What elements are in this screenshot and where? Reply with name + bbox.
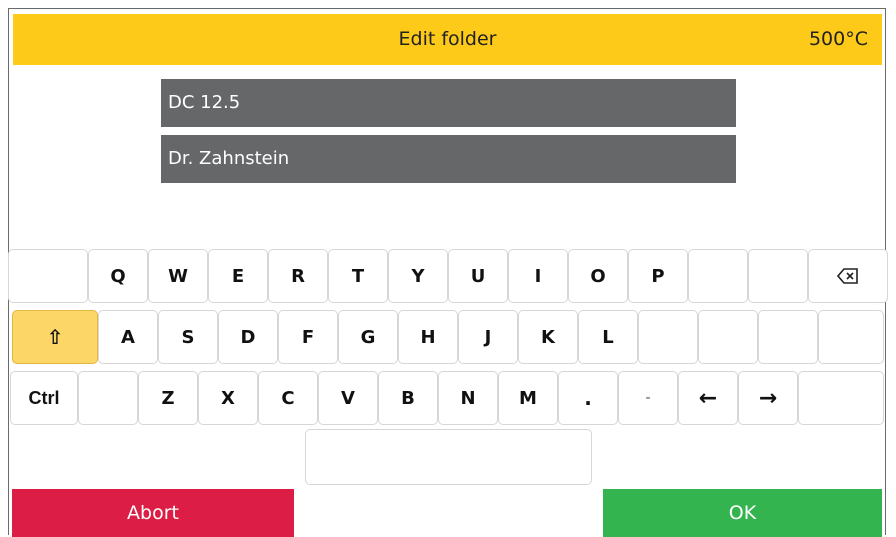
page-title: Edit folder bbox=[398, 28, 497, 50]
key-a[interactable]: A bbox=[98, 310, 158, 364]
header-bar: Edit folder 500°C bbox=[13, 14, 882, 65]
key-i[interactable]: I bbox=[508, 249, 568, 303]
key-h[interactable]: H bbox=[398, 310, 458, 364]
key-space[interactable] bbox=[305, 429, 592, 485]
key-q[interactable]: Q bbox=[88, 249, 148, 303]
key-g[interactable]: G bbox=[338, 310, 398, 364]
key-p[interactable]: P bbox=[628, 249, 688, 303]
key-b[interactable]: B bbox=[378, 371, 438, 425]
key-e[interactable]: E bbox=[208, 249, 268, 303]
key-r[interactable]: R bbox=[268, 249, 328, 303]
key-c[interactable]: C bbox=[258, 371, 318, 425]
abort-button[interactable]: Abort bbox=[12, 489, 294, 537]
ok-button[interactable]: OK bbox=[603, 489, 882, 537]
key-d[interactable]: D bbox=[218, 310, 278, 364]
key-period[interactable]: . bbox=[558, 371, 618, 425]
key-blank-row3-left[interactable] bbox=[78, 371, 138, 425]
key-l[interactable]: L bbox=[578, 310, 638, 364]
key-dash[interactable]: - bbox=[618, 371, 678, 425]
key-t[interactable]: T bbox=[328, 249, 388, 303]
key-v[interactable]: V bbox=[318, 371, 378, 425]
temperature-readout: 500°C bbox=[808, 28, 868, 50]
key-ctrl[interactable]: Ctrl bbox=[10, 371, 78, 425]
key-n[interactable]: N bbox=[438, 371, 498, 425]
key-shift[interactable]: ⇧ bbox=[12, 310, 98, 364]
key-blank-row1-left[interactable] bbox=[8, 249, 88, 303]
key-f[interactable]: F bbox=[278, 310, 338, 364]
key-y[interactable]: Y bbox=[388, 249, 448, 303]
key-blank-row2-b[interactable] bbox=[698, 310, 758, 364]
key-u[interactable]: U bbox=[448, 249, 508, 303]
key-blank-row2-a[interactable] bbox=[638, 310, 698, 364]
key-blank-row1-a[interactable] bbox=[688, 249, 748, 303]
key-j[interactable]: J bbox=[458, 310, 518, 364]
key-blank-row2-c[interactable] bbox=[758, 310, 818, 364]
key-x[interactable]: X bbox=[198, 371, 258, 425]
key-w[interactable]: W bbox=[148, 249, 208, 303]
doctor-name-field[interactable]: Dr. Zahnstein bbox=[161, 135, 736, 183]
key-backspace[interactable] bbox=[808, 249, 888, 303]
key-arrow-right[interactable]: → bbox=[738, 371, 798, 425]
key-z[interactable]: Z bbox=[138, 371, 198, 425]
key-blank-row2-d[interactable] bbox=[818, 310, 884, 364]
key-k[interactable]: K bbox=[518, 310, 578, 364]
key-m[interactable]: M bbox=[498, 371, 558, 425]
key-arrow-left[interactable]: ← bbox=[678, 371, 738, 425]
key-blank-row1-b[interactable] bbox=[748, 249, 808, 303]
key-blank-row3-right[interactable] bbox=[798, 371, 884, 425]
key-o[interactable]: O bbox=[568, 249, 628, 303]
backspace-icon bbox=[837, 268, 859, 284]
key-s[interactable]: S bbox=[158, 310, 218, 364]
folder-name-field[interactable]: DC 12.5 bbox=[161, 79, 736, 127]
